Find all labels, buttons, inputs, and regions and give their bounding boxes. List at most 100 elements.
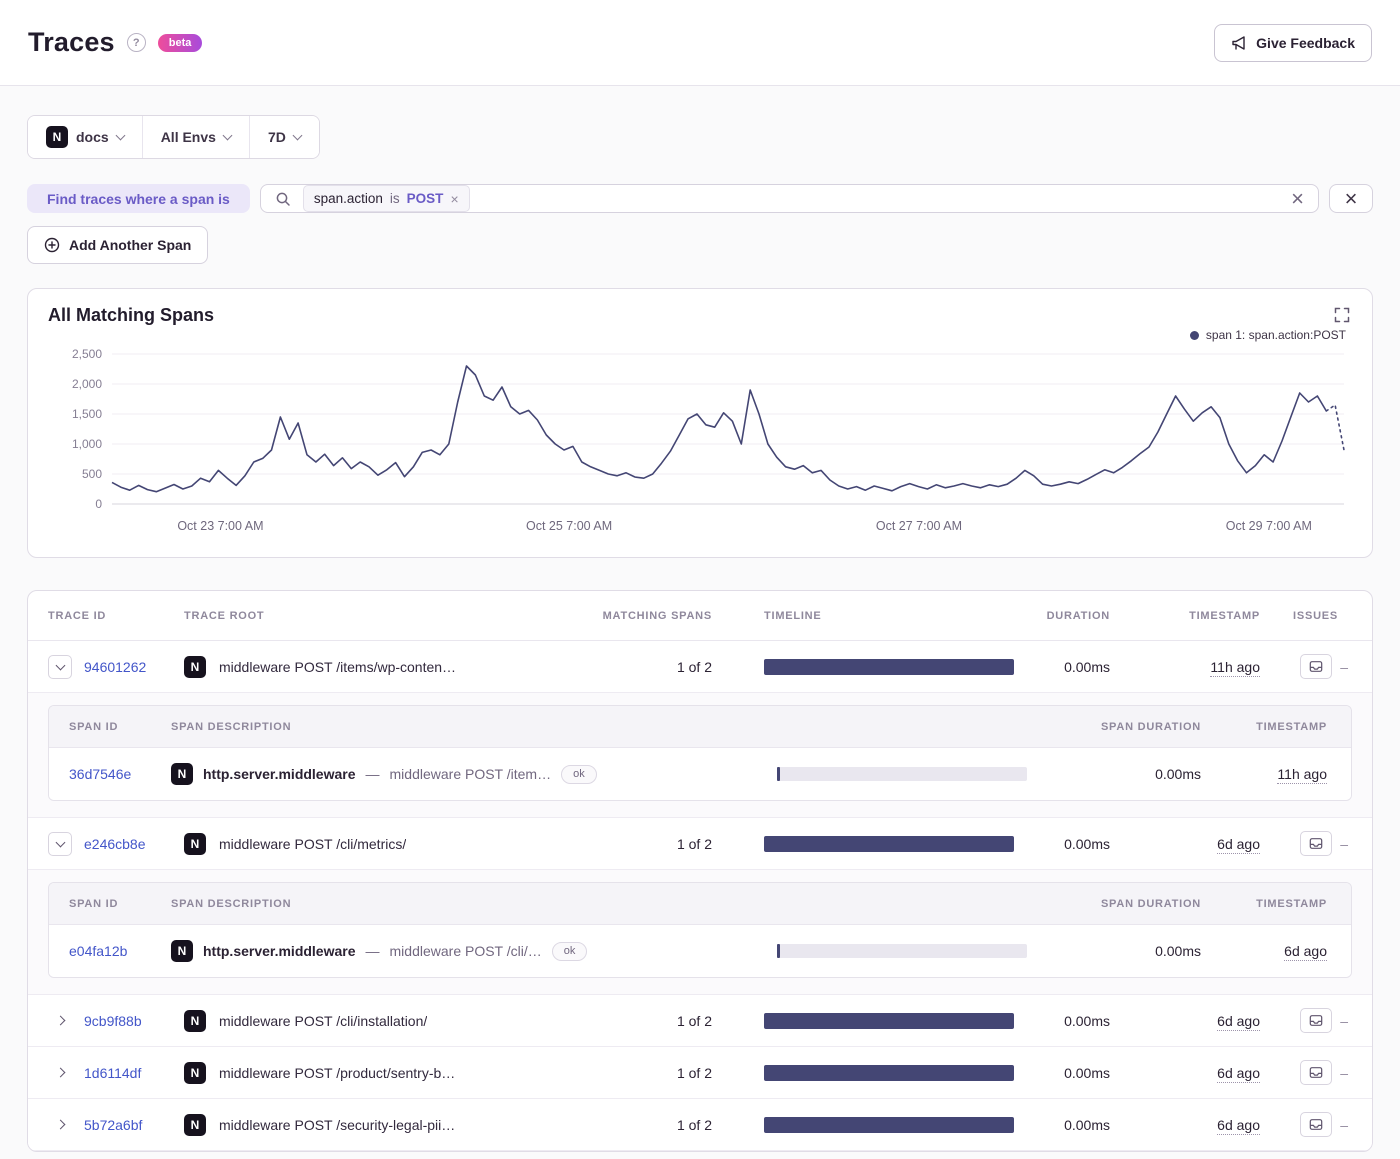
timeline-bar — [764, 658, 1014, 675]
table-header-row: TRACE ID TRACE ROOT MATCHING SPANS TIMEL… — [28, 591, 1372, 641]
table-row[interactable]: 5b72a6bf N middleware POST /security-leg… — [28, 1099, 1372, 1151]
span-id-link[interactable]: 36d7546e — [69, 766, 131, 782]
col-span-duration: SPAN DURATION — [1100, 720, 1201, 733]
span-timestamp-value[interactable]: 11h ago — [1277, 766, 1327, 784]
duration-value: 0.00ms — [1064, 658, 1110, 675]
op-separator: — — [365, 766, 380, 782]
trace-root-label: middleware POST /cli/metrics/ — [219, 835, 407, 852]
span-description-label: middleware POST /item… — [389, 766, 552, 782]
issues-button[interactable] — [1300, 1060, 1333, 1085]
chevron-down-icon — [292, 130, 303, 140]
all-matching-spans-panel: All Matching Spans span 1: span.action:P… — [27, 288, 1373, 558]
page-filter-bar: N docs All Envs 7D — [27, 115, 320, 159]
query-builder-label: Find traces where a span is — [27, 184, 250, 213]
nextjs-platform-icon: N — [171, 763, 193, 785]
timestamp-value[interactable]: 6d ago — [1217, 1012, 1260, 1031]
timestamp-value[interactable]: 11h ago — [1210, 658, 1260, 677]
nextjs-platform-icon: N — [184, 832, 206, 855]
issues-dash: – — [1340, 1064, 1348, 1081]
col-span-description: SPAN DESCRIPTION — [171, 720, 292, 733]
search-clear-icon[interactable]: × — [1291, 187, 1304, 210]
main-content: N docs All Envs 7D Find traces where a s… — [0, 86, 1400, 1152]
legend-dot — [1189, 330, 1199, 340]
trace-id-link[interactable]: 9cb9f88b — [84, 1013, 142, 1029]
issues-button[interactable] — [1300, 831, 1333, 856]
span-row[interactable]: e04fa12b N http.server.middleware — midd… — [49, 925, 1351, 977]
fullscreen-button[interactable] — [1332, 305, 1352, 325]
fullscreen-icon — [1334, 307, 1350, 323]
trace-id-link[interactable]: e246cb8e — [84, 836, 146, 852]
issues-button[interactable] — [1300, 1008, 1333, 1033]
issues-button[interactable] — [1300, 654, 1333, 679]
table-row[interactable]: 9cb9f88b N middleware POST /cli/installa… — [28, 995, 1372, 1047]
span-duration-value: 0.00ms — [1155, 766, 1201, 782]
span-id-link[interactable]: e04fa12b — [69, 943, 127, 959]
issues-button[interactable] — [1300, 1112, 1333, 1137]
expand-trace-button[interactable] — [48, 1067, 72, 1078]
trace-id-link[interactable]: 94601262 — [84, 659, 146, 675]
timestamp-value[interactable]: 6d ago — [1217, 1116, 1260, 1135]
col-matching-spans: MATCHING SPANS — [602, 609, 712, 622]
add-another-span-button[interactable]: Add Another Span — [27, 226, 209, 264]
span-query-row: Find traces where a span is span.action … — [27, 184, 1373, 213]
trace-id-link[interactable]: 5b72a6bf — [84, 1117, 142, 1133]
megaphone-icon — [1232, 35, 1245, 50]
project-filter-dropdown[interactable]: N docs — [28, 116, 143, 158]
svg-text:Oct 29 7:00 AM: Oct 29 7:00 AM — [1226, 519, 1312, 533]
remove-span-query-button[interactable]: × — [1329, 184, 1373, 213]
token-remove-icon[interactable]: × — [450, 192, 458, 206]
collapse-trace-button[interactable] — [48, 654, 72, 679]
issues-dash: – — [1340, 835, 1348, 852]
trace-id-link[interactable]: 1d6114df — [84, 1065, 141, 1081]
give-feedback-button[interactable]: Give Feedback — [1214, 23, 1372, 62]
page-title: Traces — [28, 27, 115, 57]
timeline-bar — [764, 1012, 1014, 1029]
issues-dash: – — [1340, 1116, 1348, 1133]
svg-text:Oct 23 7:00 AM: Oct 23 7:00 AM — [177, 519, 263, 533]
search-icon — [276, 192, 290, 206]
duration-value: 0.00ms — [1064, 835, 1110, 852]
span-subtable: SPAN ID SPAN DESCRIPTION SPAN DURATION T… — [48, 882, 1352, 978]
matching-spans-count: 1 of 2 — [676, 1012, 712, 1029]
expand-trace-button[interactable] — [48, 1015, 72, 1026]
duration-value: 0.00ms — [1064, 1064, 1110, 1081]
issues-icon — [1309, 661, 1323, 672]
filter-token[interactable]: span.action is POST × — [302, 185, 470, 212]
col-span-id: SPAN ID — [69, 720, 119, 733]
environment-filter-dropdown[interactable]: All Envs — [142, 116, 250, 158]
table-row[interactable]: 94601262 N middleware POST /items/wp-con… — [28, 641, 1372, 693]
span-status-badge: ok — [551, 941, 588, 961]
chevron-right-icon — [55, 1067, 66, 1078]
date-range-filter-label: 7D — [267, 129, 286, 145]
issues-dash: – — [1340, 1012, 1348, 1029]
duration-value: 0.00ms — [1064, 1012, 1110, 1029]
timestamp-value[interactable]: 6d ago — [1217, 1064, 1260, 1083]
plus-circle-icon — [44, 237, 60, 253]
timeline-bar — [764, 1064, 1014, 1081]
span-row[interactable]: 36d7546e N http.server.middleware — midd… — [49, 748, 1351, 800]
span-search-input[interactable]: span.action is POST × × — [259, 184, 1319, 213]
add-another-span-label: Add Another Span — [69, 237, 192, 253]
span-timeline-tick — [777, 767, 780, 781]
expand-trace-button[interactable] — [48, 1119, 72, 1130]
chevron-down-icon — [222, 130, 233, 140]
date-range-filter-dropdown[interactable]: 7D — [249, 116, 319, 158]
expanded-span-section: SPAN ID SPAN DESCRIPTION SPAN DURATION T… — [28, 870, 1372, 995]
table-row[interactable]: e246cb8e N middleware POST /cli/metrics/… — [28, 818, 1372, 870]
col-trace-root: TRACE ROOT — [184, 609, 265, 622]
span-subtable-header: SPAN ID SPAN DESCRIPTION SPAN DURATION T… — [49, 706, 1351, 748]
span-op-label: http.server.middleware — [203, 943, 356, 959]
issues-icon — [1309, 1119, 1323, 1130]
span-timestamp-value[interactable]: 6d ago — [1284, 943, 1327, 961]
matching-spans-count: 1 of 2 — [676, 1064, 712, 1081]
timestamp-value[interactable]: 6d ago — [1217, 835, 1260, 854]
collapse-trace-button[interactable] — [48, 831, 72, 856]
matching-spans-count: 1 of 2 — [676, 1116, 712, 1133]
col-issues: ISSUES — [1293, 609, 1338, 622]
col-timestamp: TIMESTAMP — [1189, 609, 1260, 622]
span-timeline-bar — [777, 767, 1027, 781]
help-icon[interactable]: ? — [126, 33, 146, 52]
issues-icon — [1309, 838, 1323, 849]
table-row[interactable]: 1d6114df N middleware POST /product/sent… — [28, 1047, 1372, 1099]
legend-label: span 1: span.action:POST — [1205, 328, 1346, 342]
